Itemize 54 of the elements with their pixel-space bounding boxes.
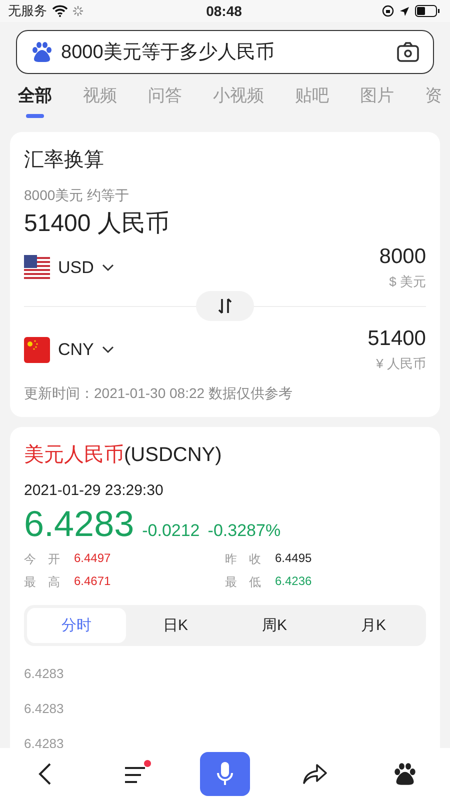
stat-value: 6.4236 (275, 574, 312, 590)
back-icon[interactable] (38, 762, 52, 786)
currency-amount: 8000 (379, 245, 426, 269)
price-change: -0.0212 (142, 521, 200, 541)
axis-label: 6.4283 (24, 666, 65, 681)
category-tab[interactable]: 全部 (18, 76, 52, 118)
chevron-down-icon (102, 346, 114, 354)
axis-label: 6.4283 (24, 736, 65, 751)
rotation-lock-icon (382, 5, 394, 17)
period-tab[interactable]: 月K (324, 608, 423, 643)
stat-label: 今 开 (24, 551, 60, 568)
carrier-text: 无服务 (8, 2, 47, 20)
period-tab[interactable]: 日K (126, 608, 225, 643)
chevron-down-icon (102, 264, 114, 272)
converter-subtitle: 8000美元 约等于 (24, 187, 130, 205)
stat-value: 6.4671 (74, 574, 111, 590)
loading-icon (73, 6, 83, 16)
quote-datetime: 2021-01-29 23:29:30 (24, 482, 164, 499)
stat-label: 昨 收 (225, 551, 261, 568)
currency-amount: 51400 (368, 327, 426, 351)
period-tab[interactable]: 周K (225, 608, 324, 643)
clock-time: 08:48 (206, 3, 242, 19)
stat-label: 最 低 (225, 574, 261, 591)
microphone-icon (216, 761, 234, 787)
update-time-note: 更新时间：2021-01-30 08:22 数据仅供参考 (24, 385, 294, 403)
stat-label: 最 高 (24, 574, 60, 591)
currency-unit: $ 美元 (389, 273, 426, 291)
quote-price: 6.4283 (24, 503, 134, 545)
camera-icon[interactable] (397, 42, 419, 62)
currency-selector[interactable]: USD (24, 255, 114, 281)
swap-arrows-icon (217, 297, 233, 315)
paw-logo-icon (31, 41, 53, 63)
period-tab[interactable]: 分时 (27, 608, 126, 643)
battery-icon (415, 5, 440, 17)
us-flag-icon (24, 255, 50, 281)
paw-logo-icon[interactable] (393, 762, 417, 786)
search-query: 8000美元等于多少人民币 (61, 40, 276, 65)
axis-label: 6.4283 (24, 701, 65, 716)
menu-icon[interactable] (124, 764, 146, 784)
currency-unit: ¥ 人民币 (376, 355, 426, 373)
search-field[interactable]: 8000美元等于多少人民币 (16, 30, 434, 74)
card-title: 汇率换算 (24, 148, 105, 173)
stat-value: 6.4497 (74, 551, 111, 567)
voice-search-button[interactable] (200, 752, 250, 796)
location-icon (399, 6, 410, 16)
share-icon[interactable] (302, 763, 328, 785)
price-change-percent: -0.3287% (208, 521, 281, 541)
quote-title: 美元人民币(USDCNY) (24, 443, 223, 468)
swap-button[interactable] (196, 291, 254, 321)
converter-result: 51400 人民币 (24, 209, 170, 239)
china-flag-icon (24, 337, 50, 363)
wifi-icon (52, 5, 68, 17)
stat-value: 6.4495 (275, 551, 312, 567)
currency-selector[interactable]: CNY (24, 337, 114, 363)
